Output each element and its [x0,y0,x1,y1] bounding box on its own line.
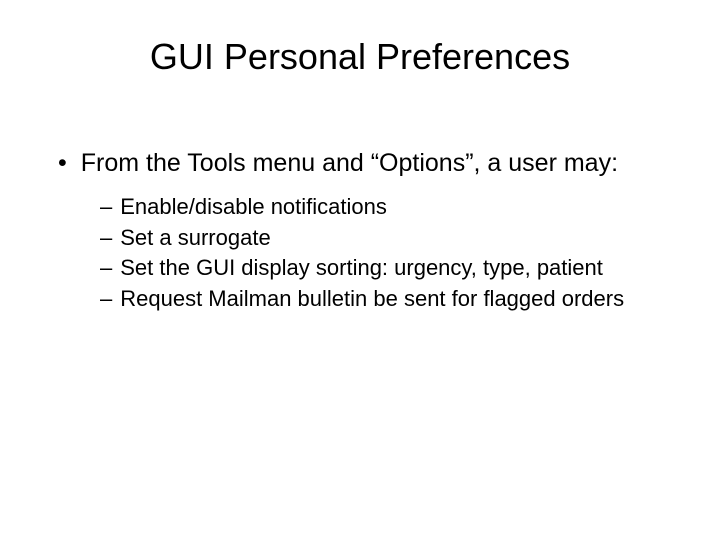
dash-icon: – [100,254,112,283]
slide-container: GUI Personal Preferences • From the Tool… [0,0,720,540]
list-item: – Request Mailman bulletin be sent for f… [100,285,670,314]
slide-title: GUI Personal Preferences [50,36,670,78]
bullet-marker-icon: • [58,148,67,179]
main-bullet-text: From the Tools menu and “Options”, a use… [81,148,670,179]
subitem-text: Set a surrogate [120,224,670,253]
dash-icon: – [100,224,112,253]
list-item: – Enable/disable notifications [100,193,670,222]
subitem-text: Enable/disable notifications [120,193,670,222]
list-item: – Set a surrogate [100,224,670,253]
main-bullet: • From the Tools menu and “Options”, a u… [58,148,670,179]
subitem-text: Set the GUI display sorting: urgency, ty… [120,254,670,283]
subitem-list: – Enable/disable notifications – Set a s… [100,193,670,313]
dash-icon: – [100,285,112,314]
list-item: – Set the GUI display sorting: urgency, … [100,254,670,283]
subitem-text: Request Mailman bulletin be sent for fla… [120,285,670,314]
dash-icon: – [100,193,112,222]
